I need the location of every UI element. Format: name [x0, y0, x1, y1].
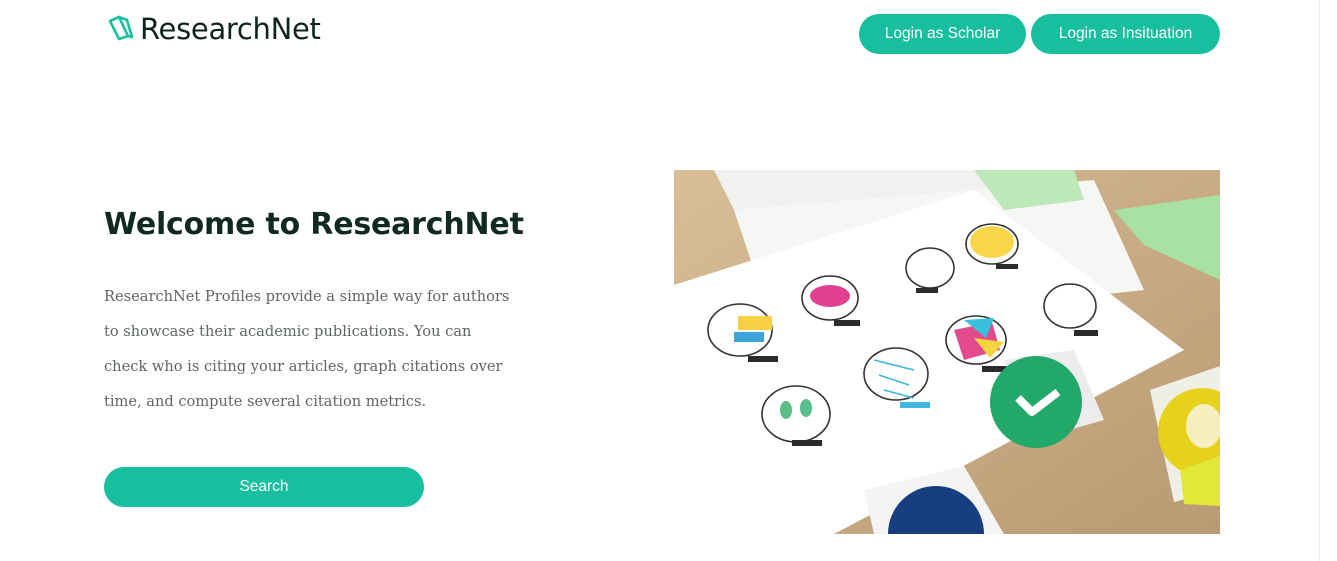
search-button[interactable]: Search — [104, 467, 424, 507]
login-institution-button[interactable]: Login as Insituation — [1031, 14, 1220, 54]
logo-text: ResearchNet — [140, 12, 321, 46]
page-title: Welcome to ResearchNet — [104, 207, 524, 242]
scrollbar[interactable] — [1319, 0, 1337, 561]
login-scholar-button[interactable]: Login as Scholar — [859, 14, 1026, 54]
hero-description: ResearchNet Profiles provide a simple wa… — [104, 288, 510, 410]
book-logo-icon — [106, 13, 134, 46]
logo-link[interactable]: ResearchNet — [106, 12, 321, 46]
hero-image — [674, 170, 1220, 534]
